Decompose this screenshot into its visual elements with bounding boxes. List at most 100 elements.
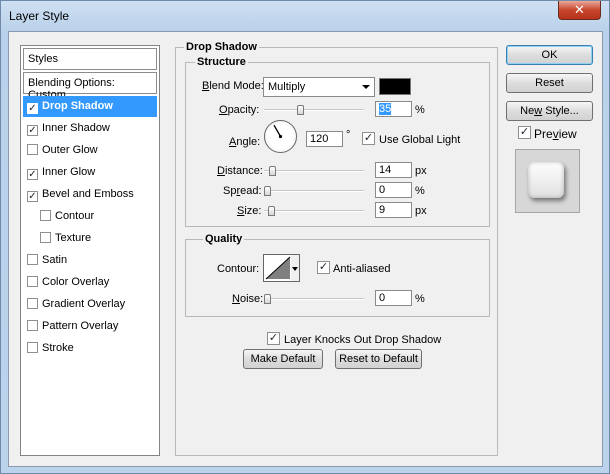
style-item-label: Color Overlay bbox=[42, 276, 110, 288]
angle-label: Angle: bbox=[229, 136, 261, 148]
angle-unit: ° bbox=[346, 129, 351, 141]
make-default-button[interactable]: Make Default bbox=[243, 349, 323, 369]
style-item-label: Pattern Overlay bbox=[42, 320, 119, 332]
opacity-unit: % bbox=[415, 104, 425, 116]
window-title: Layer Style bbox=[9, 9, 70, 23]
noise-unit: % bbox=[415, 293, 425, 305]
style-item-stroke[interactable]: Stroke bbox=[23, 338, 157, 359]
noise-input[interactable]: 0 bbox=[375, 290, 412, 306]
style-item-gradient-overlay[interactable]: Gradient Overlay bbox=[23, 294, 157, 315]
style-item-label: Outer Glow bbox=[42, 144, 98, 156]
style-checkbox[interactable] bbox=[27, 298, 38, 309]
opacity-input[interactable]: 35 bbox=[375, 101, 412, 117]
style-checkbox[interactable] bbox=[27, 276, 38, 287]
style-checkbox[interactable]: ✓ bbox=[27, 125, 38, 136]
style-item-label: Stroke bbox=[42, 342, 74, 354]
style-checkbox[interactable]: ✓ bbox=[27, 103, 38, 114]
reset-button[interactable]: Reset bbox=[506, 73, 593, 93]
angle-needle-icon bbox=[273, 124, 283, 139]
style-checkbox[interactable] bbox=[27, 342, 38, 353]
spread-label: Spread: bbox=[223, 185, 262, 197]
style-item-color-overlay[interactable]: Color Overlay bbox=[23, 272, 157, 293]
style-item-texture[interactable]: Texture bbox=[23, 228, 157, 249]
preview-checkbox[interactable]: ✓ bbox=[518, 126, 531, 139]
blend-mode-label: Blend Mode: bbox=[202, 80, 264, 92]
use-global-light-label[interactable]: Use Global Light bbox=[379, 134, 460, 146]
linear-contour-icon bbox=[265, 255, 299, 281]
noise-slider[interactable] bbox=[264, 294, 364, 304]
style-item-label: Texture bbox=[55, 232, 92, 244]
knocks-out-label[interactable]: Layer Knocks Out Drop Shadow bbox=[284, 334, 441, 346]
size-unit: px bbox=[415, 205, 427, 217]
noise-slider-thumb[interactable] bbox=[264, 294, 271, 304]
size-slider[interactable] bbox=[264, 206, 364, 216]
dialog-client-area: Styles Blending Options: Custom ✓ Drop Sh… bbox=[8, 31, 603, 467]
style-checkbox[interactable] bbox=[27, 320, 38, 331]
preview-tile bbox=[528, 162, 564, 198]
layer-style-dialog: Layer Style ✕ Styles Blending Options: C… bbox=[0, 0, 610, 474]
knocks-out-checkbox[interactable]: ✓ bbox=[267, 332, 280, 345]
opacity-label: Opacity: bbox=[219, 104, 260, 116]
styles-header[interactable]: Styles bbox=[23, 48, 157, 70]
blend-mode-value: Multiply bbox=[268, 81, 306, 93]
contour-picker[interactable] bbox=[263, 254, 300, 282]
angle-dial[interactable] bbox=[264, 120, 297, 153]
style-item-label: Gradient Overlay bbox=[42, 298, 126, 310]
quality-title: Quality bbox=[203, 233, 245, 245]
style-checkbox[interactable] bbox=[40, 232, 51, 243]
structure-title: Structure bbox=[195, 56, 248, 68]
style-item-drop-shadow[interactable]: ✓ Drop Shadow bbox=[23, 96, 157, 117]
opacity-slider[interactable] bbox=[264, 105, 364, 115]
reset-to-default-button[interactable]: Reset to Default bbox=[335, 349, 422, 369]
style-checkbox[interactable] bbox=[27, 144, 38, 155]
anti-aliased-checkbox[interactable]: ✓ bbox=[317, 261, 330, 274]
style-item-label: Contour bbox=[55, 210, 95, 222]
style-item-contour[interactable]: Contour bbox=[23, 206, 157, 227]
spread-slider[interactable] bbox=[264, 186, 364, 196]
structure-group: Structure Blend Mode: Multiply Opacity: … bbox=[185, 56, 490, 227]
spread-slider-thumb[interactable] bbox=[264, 186, 271, 196]
style-item-label: Inner Glow bbox=[42, 166, 96, 178]
style-item-inner-glow[interactable]: ✓ Inner Glow bbox=[23, 162, 157, 183]
drop-shadow-title: Drop Shadow bbox=[184, 41, 259, 53]
distance-input[interactable]: 14 bbox=[375, 162, 412, 178]
preview-label[interactable]: Preview bbox=[534, 127, 577, 141]
preview-thumbnail bbox=[515, 149, 580, 213]
style-checkbox[interactable]: ✓ bbox=[27, 169, 38, 180]
style-checkbox[interactable] bbox=[40, 210, 51, 221]
chevron-down-icon bbox=[362, 85, 370, 89]
blend-mode-select[interactable]: Multiply bbox=[263, 77, 375, 97]
shadow-color-swatch[interactable] bbox=[379, 78, 411, 95]
distance-slider[interactable] bbox=[264, 166, 364, 176]
spread-input[interactable]: 0 bbox=[375, 182, 412, 198]
distance-slider-thumb[interactable] bbox=[269, 166, 276, 176]
style-checkbox[interactable] bbox=[27, 254, 38, 265]
style-item-outer-glow[interactable]: Outer Glow bbox=[23, 140, 157, 161]
style-item-pattern-overlay[interactable]: Pattern Overlay bbox=[23, 316, 157, 337]
quality-group: Quality Contour: ✓ Anti-aliased Noise: 0… bbox=[185, 233, 490, 317]
blending-options-item[interactable]: Blending Options: Custom bbox=[23, 72, 157, 101]
angle-input[interactable]: 120 bbox=[306, 131, 343, 147]
anti-aliased-label[interactable]: Anti-aliased bbox=[333, 263, 390, 275]
ok-button[interactable]: OK bbox=[506, 45, 593, 65]
style-item-satin[interactable]: Satin bbox=[23, 250, 157, 271]
noise-label: Noise: bbox=[232, 293, 264, 305]
style-checkbox[interactable]: ✓ bbox=[27, 191, 38, 202]
size-slider-thumb[interactable] bbox=[268, 206, 275, 216]
opacity-slider-thumb[interactable] bbox=[297, 105, 304, 115]
styles-list: Styles Blending Options: Custom ✓ Drop Sh… bbox=[20, 45, 160, 456]
distance-label: Distance: bbox=[217, 165, 263, 177]
close-button[interactable]: ✕ bbox=[558, 1, 601, 20]
contour-label: Contour: bbox=[217, 263, 260, 275]
new-style-button[interactable]: New Style... bbox=[506, 101, 593, 121]
style-item-label: Drop Shadow bbox=[42, 100, 113, 112]
spread-unit: % bbox=[415, 185, 425, 197]
size-input[interactable]: 9 bbox=[375, 202, 412, 218]
distance-unit: px bbox=[415, 165, 427, 177]
style-item-bevel-and-emboss[interactable]: ✓ Bevel and Emboss bbox=[23, 184, 157, 205]
style-item-label: Satin bbox=[42, 254, 68, 266]
use-global-light-checkbox[interactable]: ✓ bbox=[362, 132, 375, 145]
style-item-inner-shadow[interactable]: ✓ Inner Shadow bbox=[23, 118, 157, 139]
title-bar[interactable]: Layer Style ✕ bbox=[1, 1, 609, 31]
drop-shadow-group: Drop Shadow Structure Blend Mode: Multip… bbox=[175, 41, 498, 456]
